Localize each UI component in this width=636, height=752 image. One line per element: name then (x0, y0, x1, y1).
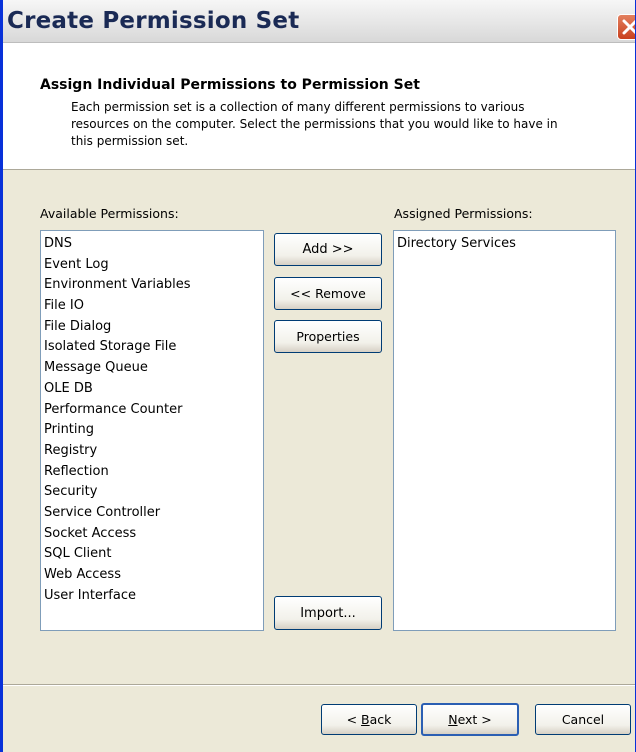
next-button-label: ext > (457, 712, 492, 727)
footer-divider (3, 684, 635, 686)
available-permissions-list[interactable]: DNS Event Log Environment Variables File IO… (40, 230, 264, 631)
list-item[interactable]: File Dialog (44, 317, 263, 338)
list-item[interactable]: Event Log (44, 255, 263, 276)
header-description: Each permission set is a collection of m… (71, 100, 558, 148)
cancel-button[interactable]: Cancel (535, 704, 631, 735)
list-item[interactable]: Security (44, 482, 263, 503)
properties-button[interactable]: Properties (274, 320, 382, 353)
title-bar[interactable]: Create Permission Set (3, 0, 635, 43)
window-title: Create Permission Set (7, 8, 300, 34)
list-item[interactable]: SQL Client (44, 544, 263, 565)
header-title: Assign Individual Permissions to Permiss… (40, 77, 420, 93)
list-item[interactable]: Message Queue (44, 358, 263, 379)
list-item[interactable]: Printing (44, 420, 263, 441)
create-permission-set-dialog: Create Permission Set Assign Individual … (0, 0, 636, 752)
available-permissions-label: Available Permissions: (40, 206, 179, 221)
list-item[interactable]: Service Controller (44, 503, 263, 524)
close-button[interactable] (617, 14, 635, 40)
list-item[interactable]: File IO (44, 296, 263, 317)
back-button-mnemonic: B (361, 712, 370, 727)
list-item[interactable]: DNS (44, 234, 263, 255)
list-item[interactable]: User Interface (44, 586, 263, 607)
next-button[interactable]: Next > (421, 703, 519, 736)
close-icon (622, 19, 635, 35)
list-item[interactable]: Directory Services (397, 234, 615, 255)
remove-button[interactable]: << Remove (274, 277, 382, 310)
next-button-mnemonic: N (448, 712, 458, 727)
list-item[interactable]: Registry (44, 441, 263, 462)
list-item[interactable]: Reflection (44, 462, 263, 483)
back-button-prefix: < (346, 712, 362, 727)
add-button[interactable]: Add >> (274, 233, 382, 266)
wizard-header: Assign Individual Permissions to Permiss… (3, 43, 635, 170)
list-item[interactable]: Environment Variables (44, 275, 263, 296)
assigned-permissions-list[interactable]: Directory Services (393, 230, 616, 631)
list-item[interactable]: Web Access (44, 565, 263, 586)
list-item[interactable]: Socket Access (44, 524, 263, 545)
assigned-permissions-label: Assigned Permissions: (394, 206, 533, 221)
import-button[interactable]: Import... (274, 596, 382, 630)
back-button-label: ack (369, 712, 392, 727)
list-item[interactable]: Performance Counter (44, 400, 263, 421)
list-item[interactable]: Isolated Storage File (44, 337, 263, 358)
back-button[interactable]: < Back (321, 704, 417, 735)
list-item[interactable]: OLE DB (44, 379, 263, 400)
